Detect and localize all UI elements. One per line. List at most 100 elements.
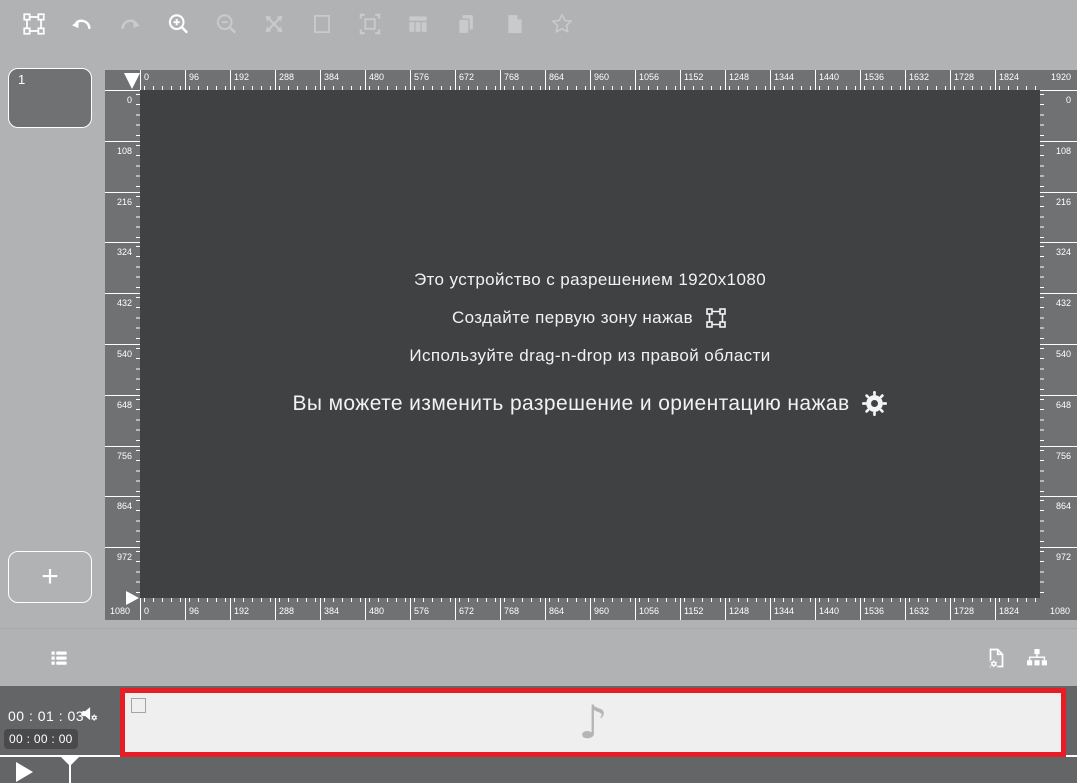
canvas-hint-line: Создайте первую зону нажав [452, 306, 728, 329]
ruler-tick-label: 1440 [815, 70, 860, 90]
ruler-tick-label: 1248 [725, 70, 770, 90]
ruler-tick-label: 288 [275, 70, 320, 90]
ruler-tick-label: 768 [500, 598, 545, 620]
ruler-tick-label: 108 [1040, 140, 1077, 192]
timeline: 00 : 01 : 03 00 : 00 : 00 ♪ [0, 686, 1077, 783]
ruler-tick-label: 1824 [995, 598, 1040, 620]
ruler-tick-label: 972 [1040, 547, 1077, 598]
zoom-out-icon[interactable] [213, 11, 239, 37]
ruler-tick-label: 864 [1040, 496, 1077, 547]
playlist-icon[interactable] [47, 646, 71, 670]
music-note-icon: ♪ [578, 694, 608, 749]
ruler-tick-label: 96 [185, 598, 230, 620]
ruler-tick-label: 1152 [680, 598, 725, 620]
fit-to-screen-icon[interactable] [357, 11, 383, 37]
audio-track[interactable]: ♪ [120, 688, 1066, 757]
ruler-tick-label: 480 [365, 70, 410, 90]
columns-layout-icon[interactable] [405, 11, 431, 37]
ruler-tick-label: 324 [1040, 242, 1077, 293]
ruler-tick-label: 648 [105, 394, 140, 446]
ruler-tick-label: 1248 [725, 598, 770, 620]
ruler-vertical-left: 0 108 216 324 432 540 648 756 864 972 [105, 90, 140, 598]
ruler-tick-label: 0 [140, 598, 185, 620]
ruler-tick-label: 480 [365, 598, 410, 620]
ruler-tick-label: 1152 [680, 70, 725, 90]
ruler-tick-label: 756 [105, 445, 140, 497]
canvas-hint-line: Это устройство с разрешением 1920x1080 [413, 269, 767, 289]
zoom-in-icon[interactable] [165, 11, 191, 37]
bottom-bar [0, 628, 1077, 686]
ruler-tick-label: 864 [105, 496, 140, 547]
ruler-corner-bottom-right: 1080 [1049, 606, 1070, 616]
ruler-tick-label: 576 [410, 598, 455, 620]
timeline-duration: 00 : 01 : 03 [8, 708, 85, 724]
ruler-vertical-right: 0 108 216 324 432 540 648 756 864 972 [1040, 90, 1077, 598]
file-settings-icon[interactable] [984, 646, 1008, 670]
ruler-tick-label: 1344 [770, 70, 815, 90]
ruler-tick-label: 960 [590, 598, 635, 620]
toolbar [0, 0, 1077, 48]
ruler-tick-label: 384 [320, 70, 365, 90]
ruler-horizontal-top: 0 96 192 288 384 480 576 672 768 864 960 1056 1152 12… [105, 70, 1077, 90]
ruler-tick-label: 1632 [905, 70, 950, 90]
ruler-tick-label: 1824 [995, 70, 1040, 90]
ruler-tick-label: 648 [1040, 394, 1077, 446]
expand-arrows-icon[interactable] [261, 11, 287, 37]
ruler-tick-label: 768 [500, 70, 545, 90]
plus-icon: + [41, 560, 59, 593]
track-select-checkbox[interactable] [131, 698, 146, 713]
ruler-tick-label: 192 [230, 70, 275, 90]
ruler-tick-label: 540 [105, 343, 140, 395]
undo-icon[interactable] [69, 11, 95, 37]
slide-thumbnail[interactable]: 1 [8, 68, 92, 128]
paste-icon[interactable] [501, 11, 527, 37]
ruler-tick-label: 384 [320, 598, 365, 620]
canvas-hint-line: Вы можете изменить разрешение и ориентац… [292, 390, 888, 417]
add-slide-button[interactable]: + [8, 551, 92, 603]
rectangle-zone-icon[interactable] [309, 11, 335, 37]
ruler-tick-label: 216 [105, 191, 140, 243]
ruler-tick-label: 96 [185, 70, 230, 90]
ruler-tick-label: 0 [140, 70, 185, 90]
ruler-tick-label: 432 [105, 293, 140, 344]
ruler-tick-label: 576 [410, 70, 455, 90]
ruler-tick-label: 864 [545, 598, 590, 620]
ruler-tick-label: 0 [105, 90, 140, 141]
app-window: 1 + 0 96 192 288 384 480 576 672 768 864 960 1056 11… [0, 0, 1077, 783]
ruler-tick-label: 0 [1040, 90, 1077, 141]
ruler-corner-top-right: 1920 [1050, 72, 1071, 82]
copy-icon[interactable] [453, 11, 479, 37]
play-button[interactable] [16, 762, 33, 782]
ruler-tick-label: 1536 [860, 70, 905, 90]
ruler-tick-label: 756 [1040, 445, 1077, 497]
gear-icon [861, 390, 888, 417]
ruler-tick-label: 1056 [635, 70, 680, 90]
ruler-marker-horizontal [124, 73, 140, 89]
ruler-horizontal-bottom: 0 96 192 288 384 480 576 672 768 864 960 1056 1152 12… [105, 598, 1077, 620]
ruler-tick-label: 1344 [770, 598, 815, 620]
ruler-tick-label: 288 [275, 598, 320, 620]
ruler-tick-label: 1728 [950, 70, 995, 90]
ruler-marker-vertical [126, 591, 139, 605]
ruler-tick-label: 324 [105, 242, 140, 293]
ruler-tick-label: 1536 [860, 598, 905, 620]
ruler-tick-label: 1440 [815, 598, 860, 620]
redo-icon[interactable] [117, 11, 143, 37]
device-canvas[interactable]: Это устройство с разрешением 1920x1080 Со… [140, 90, 1040, 598]
zone-tool-icon [704, 306, 728, 330]
zone-tool-icon[interactable] [21, 11, 47, 37]
ruler-tick-label: 1632 [905, 598, 950, 620]
ruler-tick-label: 108 [105, 140, 140, 192]
ruler-tick-label: 1728 [950, 598, 995, 620]
audio-settings-button[interactable] [80, 704, 100, 724]
current-time-badge: 00 : 00 : 00 [4, 729, 78, 749]
ruler-tick-label: 540 [1040, 343, 1077, 395]
ruler-tick-label: 1056 [635, 598, 680, 620]
favorite-star-icon[interactable] [549, 11, 575, 37]
canvas-hints: Это устройство с разрешением 1920x1080 Со… [140, 268, 1040, 430]
ruler-tick-label: 960 [590, 70, 635, 90]
ruler-tick-label: 672 [455, 598, 500, 620]
hierarchy-icon[interactable] [1025, 646, 1049, 670]
playhead-line [69, 757, 71, 783]
ruler-tick-label: 192 [230, 598, 275, 620]
